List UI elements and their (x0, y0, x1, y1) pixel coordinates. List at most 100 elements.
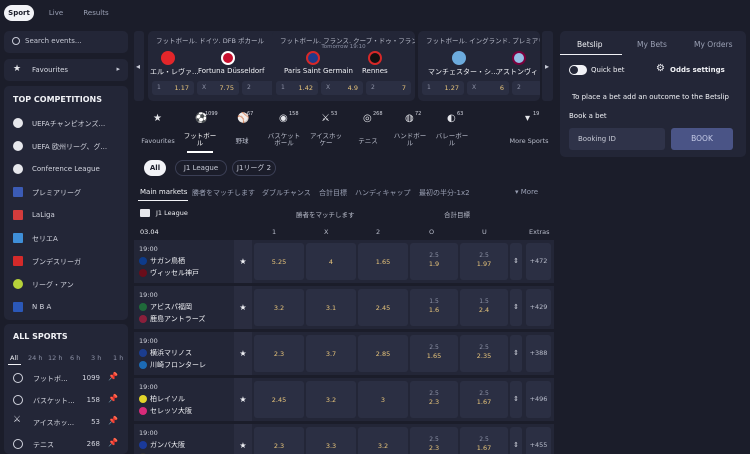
sport-tab-baseball[interactable]: ⚾ 67 野球 (221, 108, 263, 153)
home-team[interactable]: 柏レイソル (150, 394, 185, 404)
odds-cell-x[interactable]: 3.1 (306, 289, 356, 326)
tab-betslip[interactable]: Betslip (577, 40, 603, 49)
odds-cell-1[interactable]: 3.2 (254, 289, 304, 326)
competition-item[interactable]: UEFAチャンピオンズ... (4, 112, 128, 135)
away-team[interactable]: セレッソ大阪 (150, 406, 192, 416)
featured-card[interactable]: フットボール. フランス. クープ・ドゥ・フランス Tomorrow 19:10… (272, 31, 415, 101)
swap-icon[interactable]: ⇕ (510, 427, 522, 454)
away-team[interactable]: ヴィッセル神戸 (150, 268, 199, 278)
carousel-next[interactable]: ▸ (542, 31, 553, 101)
time-filter-6h[interactable]: 6 h (70, 354, 80, 362)
extras-button[interactable]: +429 (526, 289, 551, 326)
odds-settings-button[interactable]: Odds settings (670, 66, 725, 74)
home-team[interactable]: アビスパ福岡 (150, 302, 192, 312)
odds-cell-over[interactable]: 2.5 2.3 (410, 381, 458, 418)
sport-tab-favourites[interactable]: ★ Favourites (137, 108, 179, 153)
swap-icon[interactable]: ⇕ (510, 243, 522, 280)
extras-button[interactable]: +472 (526, 243, 551, 280)
tab-my-bets[interactable]: My Bets (637, 40, 667, 49)
away-team[interactable]: 川崎フロンターレ (150, 360, 206, 370)
competition-item[interactable]: セリエA (4, 227, 128, 250)
odds-cell-over[interactable]: 1.5 1.6 (410, 289, 458, 326)
market-tab[interactable]: ハンディキャップ (355, 188, 411, 198)
odds-cell-2[interactable]: 3 (358, 381, 408, 418)
sport-row-tennis[interactable]: テニス 268 📌 (4, 433, 128, 454)
pin-icon[interactable]: 📌 (108, 394, 118, 403)
pin-icon[interactable]: 📌 (108, 438, 118, 447)
sport-row-icehockey[interactable]: ⚔ アイスホッ... 53 📌 (4, 411, 128, 433)
odds-cell-over[interactable]: 2.5 1.9 (410, 243, 458, 280)
market-tab[interactable]: 最初の半分-1x2 (419, 188, 470, 198)
sport-tab-tennis[interactable]: ◎ 268 テニス (347, 108, 389, 153)
search-box[interactable]: Search events... (4, 31, 128, 53)
time-filter-3h[interactable]: 3 h (91, 354, 101, 362)
tab-live[interactable]: Live (42, 5, 70, 21)
featured-card[interactable]: フットボール. ドイツ. DFB ポカール エル・レヴァ... Fortuna … (148, 31, 291, 101)
odds-button[interactable]: X 7.75 (197, 81, 239, 95)
sport-row-football[interactable]: フットボ... 1099 📌 (4, 367, 128, 389)
sport-tab-volleyball[interactable]: ◐ 63 バレーボー ル (431, 108, 473, 153)
extras-button[interactable]: +496 (526, 381, 551, 418)
odds-cell-1[interactable]: 2.45 (254, 381, 304, 418)
odds-button[interactable]: 2 (512, 81, 540, 95)
sport-tab-more[interactable]: ▾ 19 More Sports (506, 108, 552, 153)
home-team[interactable]: 横浜マリノス (150, 348, 192, 358)
odds-cell-x[interactable]: 3.7 (306, 335, 356, 372)
odds-button[interactable]: 1 1.27 (422, 81, 464, 95)
odds-cell-under[interactable]: 2.5 2.35 (460, 335, 508, 372)
extras-button[interactable]: +388 (526, 335, 551, 372)
odds-cell-2[interactable]: 2.45 (358, 289, 408, 326)
competition-item[interactable]: Conference League (4, 158, 128, 181)
competition-item[interactable]: ブンデスリーガ (4, 250, 128, 273)
search-input[interactable]: Search events... (25, 37, 82, 45)
odds-button[interactable]: X6 (467, 81, 509, 95)
time-filter-12h[interactable]: 12 h (48, 354, 62, 362)
odds-cell-under[interactable]: 2.5 1.67 (460, 427, 508, 454)
favourite-star-icon[interactable]: ★ (234, 332, 252, 375)
time-filter-24h[interactable]: 24 h (28, 354, 42, 362)
league-chip-j1[interactable]: J1 League (175, 160, 227, 176)
sport-tab-football[interactable]: ⚽ 1099 フットボー ル (179, 108, 221, 153)
odds-cell-2[interactable]: 3.2 (358, 427, 408, 454)
odds-cell-x[interactable]: 3.3 (306, 427, 356, 454)
market-tab[interactable]: 勝者をマッチします (192, 188, 255, 198)
tab-sport[interactable]: Sport (4, 5, 34, 21)
market-tab-main[interactable]: Main markets (140, 188, 187, 196)
odds-cell-2[interactable]: 1.65 (358, 243, 408, 280)
home-team[interactable]: ガンバ大阪 (150, 440, 185, 450)
quick-bet-toggle[interactable] (569, 65, 587, 75)
time-filter-all[interactable]: All (10, 354, 18, 362)
odds-cell-1[interactable]: 2.3 (254, 427, 304, 454)
competition-item[interactable]: プレミアリーグ (4, 181, 128, 204)
competition-item[interactable]: リーグ・アン (4, 273, 128, 296)
odds-cell-under[interactable]: 2.5 1.67 (460, 381, 508, 418)
odds-cell-under[interactable]: 2.5 1.97 (460, 243, 508, 280)
odds-cell-over[interactable]: 2.5 1.65 (410, 335, 458, 372)
favourite-star-icon[interactable]: ★ (234, 240, 252, 283)
away-team[interactable]: 鹿島アントラーズ (150, 314, 205, 324)
book-button[interactable]: BOOK (671, 128, 733, 150)
competition-item[interactable]: UEFA 欧州リーグ、グ... (4, 135, 128, 158)
swap-icon[interactable]: ⇕ (510, 289, 522, 326)
league-chip-all[interactable]: All (144, 160, 166, 176)
odds-button[interactable]: X 4.9 (321, 81, 363, 95)
pin-icon[interactable]: 📌 (108, 372, 118, 381)
odds-cell-1[interactable]: 5.25 (254, 243, 304, 280)
odds-cell-over[interactable]: 2.5 2.3 (410, 427, 458, 454)
market-tab[interactable]: ダブルチャンス (262, 188, 311, 198)
odds-cell-x[interactable]: 4 (306, 243, 356, 280)
swap-icon[interactable]: ⇕ (510, 335, 522, 372)
sport-tab-handball[interactable]: ◍ 72 ハンドボー ル (389, 108, 431, 153)
odds-cell-1[interactable]: 2.3 (254, 335, 304, 372)
odds-button[interactable]: 1 1.17 (152, 81, 194, 95)
sport-tab-icehockey[interactable]: ⚔ 53 アイスホッ ケー (305, 108, 347, 153)
home-team[interactable]: サガン鳥栖 (150, 256, 185, 266)
tab-results[interactable]: Results (76, 5, 116, 21)
carousel-prev[interactable]: ◂ (134, 31, 144, 101)
featured-card[interactable]: フットボール. イングランド. プレミアリ... マンチェスター・シ... アス… (418, 31, 540, 101)
competition-item[interactable]: LaLiga (4, 204, 128, 227)
odds-cell-under[interactable]: 1.5 2.4 (460, 289, 508, 326)
swap-icon[interactable]: ⇕ (510, 381, 522, 418)
favourite-star-icon[interactable]: ★ (234, 424, 252, 454)
market-tab[interactable]: 合計目標 (319, 188, 347, 198)
